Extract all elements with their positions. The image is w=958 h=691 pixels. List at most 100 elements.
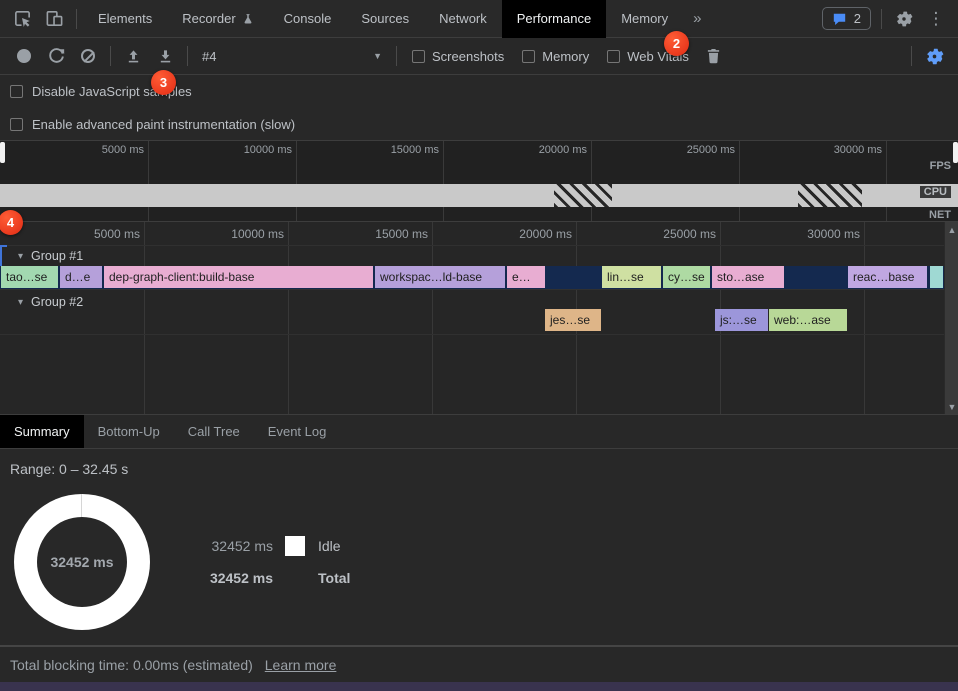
- tab-label: Network: [439, 11, 487, 26]
- vertical-scrollbar[interactable]: ▲ ▼: [944, 222, 958, 415]
- tab-event-log[interactable]: Event Log: [254, 415, 341, 448]
- overview-window-right-handle[interactable]: [953, 142, 958, 163]
- ruler-tick-label: 10000 ms: [210, 227, 284, 241]
- collapse-arrow-icon: ▾: [18, 251, 23, 262]
- trash-icon: [706, 48, 721, 64]
- download-icon: [158, 49, 173, 64]
- tab-label: Event Log: [268, 424, 327, 439]
- reload-and-record-button[interactable]: [40, 42, 72, 70]
- checkbox-label: Screenshots: [432, 49, 504, 64]
- flame-bar[interactable]: e…: [507, 266, 545, 288]
- net-track-label: NET: [929, 209, 951, 221]
- clear-recording-button[interactable]: [72, 42, 104, 70]
- flame-bar[interactable]: sto…ase: [712, 266, 784, 288]
- separator: [187, 46, 188, 66]
- divider: [0, 245, 944, 246]
- flame-bar[interactable]: d…e: [60, 266, 102, 288]
- tab-network[interactable]: Network: [424, 0, 502, 38]
- gear-icon: [895, 10, 913, 28]
- gridline: [591, 141, 592, 221]
- cpu-hatched-region: [798, 184, 862, 207]
- tab-elements[interactable]: Elements: [83, 0, 167, 38]
- flame-bar[interactable]: jes…se: [545, 309, 601, 331]
- legend-idle-value: 32452 ms: [180, 538, 273, 554]
- legend-total-label: Total: [318, 570, 350, 586]
- overview-window-left-handle[interactable]: [0, 142, 5, 163]
- checkbox-icon: [522, 50, 535, 63]
- details-tabbar: Summary Bottom-Up Call Tree Event Log: [0, 415, 958, 449]
- tab-label: Bottom-Up: [98, 424, 160, 439]
- separator: [911, 46, 912, 66]
- capture-history-value: #4: [202, 49, 216, 64]
- memory-checkbox[interactable]: Memory: [522, 49, 589, 64]
- advanced-paint-checkbox[interactable]: [10, 118, 23, 131]
- tab-bottom-up[interactable]: Bottom-Up: [84, 415, 174, 448]
- tab-sources[interactable]: Sources: [346, 0, 424, 38]
- tab-label: Sources: [361, 11, 409, 26]
- capture-settings-button[interactable]: [918, 42, 950, 70]
- record-button[interactable]: [8, 42, 40, 70]
- annotation-badge-3: 3: [151, 70, 176, 95]
- disable-js-samples-checkbox[interactable]: [10, 85, 23, 98]
- tab-console[interactable]: Console: [269, 0, 347, 38]
- flame-bar[interactable]: reac…base: [848, 266, 927, 288]
- reload-icon: [48, 48, 65, 65]
- tab-summary[interactable]: Summary: [0, 415, 84, 448]
- timeline-overview[interactable]: 5000 ms 10000 ms 15000 ms 20000 ms 25000…: [0, 141, 958, 222]
- tab-label: Performance: [517, 11, 591, 26]
- flame-bar[interactable]: dep-graph-client:build-base: [104, 266, 373, 288]
- group-1-header[interactable]: ▾ Group #1: [18, 246, 83, 266]
- clear-icon: [81, 49, 95, 63]
- gridline: [296, 141, 297, 221]
- gridline: [288, 222, 289, 415]
- tab-label: Recorder: [182, 11, 235, 26]
- ruler-tick-label: 5000 ms: [66, 227, 140, 241]
- kebab-menu-button[interactable]: ⋮: [920, 5, 952, 33]
- flame-bar[interactable]: web:…ase: [769, 309, 847, 331]
- flame-bar[interactable]: [930, 266, 943, 288]
- device-toolbar-button[interactable]: [38, 5, 70, 33]
- gear-icon: [925, 47, 944, 66]
- scroll-up-icon[interactable]: ▲: [945, 225, 958, 235]
- issues-count: 2: [854, 11, 861, 26]
- load-profile-button[interactable]: [117, 42, 149, 70]
- flame-bar[interactable]: cy…se: [663, 266, 710, 288]
- flame-bar[interactable]: tao…se: [1, 266, 58, 288]
- gridline: [443, 141, 444, 221]
- inspect-element-button[interactable]: [6, 5, 38, 33]
- flame-bar[interactable]: lin…se: [602, 266, 661, 288]
- capture-history-select[interactable]: #4 ▼: [194, 44, 390, 68]
- divider: [0, 334, 944, 335]
- flame-bar[interactable]: js:…se: [715, 309, 768, 331]
- separator: [881, 9, 882, 29]
- separator: [396, 46, 397, 66]
- group-label: Group #2: [31, 295, 83, 309]
- tab-label: Summary: [14, 424, 70, 439]
- performance-toolbar: #4 ▼ Screenshots Memory Web Vitals: [0, 38, 958, 75]
- tab-performance[interactable]: Performance: [502, 0, 606, 38]
- range-row: Range: 0 – 32.45 s: [0, 450, 958, 488]
- tab-call-tree[interactable]: Call Tree: [174, 415, 254, 448]
- flame-chart[interactable]: 5000 ms 10000 ms 15000 ms 20000 ms 25000…: [0, 222, 958, 415]
- record-icon: [17, 49, 31, 63]
- upload-icon: [126, 49, 141, 64]
- kebab-menu-icon: ⋮: [928, 9, 945, 29]
- window-bottom-strip: [0, 682, 958, 691]
- scroll-down-icon[interactable]: ▼: [945, 402, 958, 412]
- legend-total-value: 32452 ms: [180, 570, 273, 586]
- group-2-header[interactable]: ▾ Group #2: [18, 292, 83, 312]
- save-profile-button[interactable]: [149, 42, 181, 70]
- learn-more-link[interactable]: Learn more: [265, 657, 337, 673]
- chevron-down-icon: ▼: [373, 51, 382, 61]
- screenshots-checkbox[interactable]: Screenshots: [412, 49, 504, 64]
- ruler-tick-label: 10000 ms: [222, 144, 292, 156]
- settings-gear-button[interactable]: [888, 5, 920, 33]
- cpu-track-label: CPU: [920, 186, 951, 198]
- garbage-collect-button[interactable]: [698, 42, 730, 70]
- issues-counter-button[interactable]: 2: [822, 7, 871, 30]
- tab-label: Elements: [98, 11, 152, 26]
- flame-bar[interactable]: workspac…ld-base: [375, 266, 505, 288]
- tab-recorder[interactable]: Recorder: [167, 0, 268, 38]
- more-tabs-button[interactable]: »: [683, 0, 711, 38]
- separator: [76, 9, 77, 29]
